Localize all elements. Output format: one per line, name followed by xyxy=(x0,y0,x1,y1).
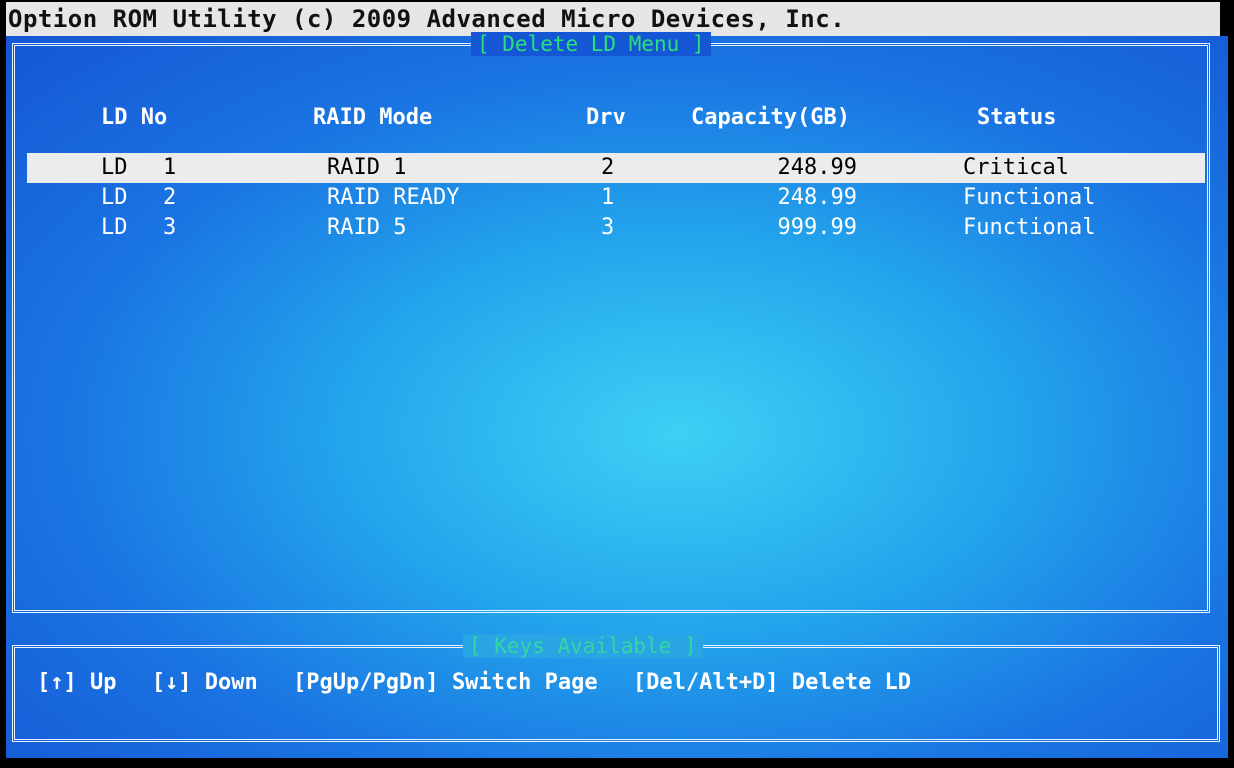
column-header-status: Status xyxy=(977,105,1057,130)
delete-ld-menu-title: [ Delete LD Menu ] xyxy=(471,32,711,56)
keys-available-panel: [ Keys Available ] [↑] Up [↓] Down [PgUp… xyxy=(12,634,1220,742)
raid-mode: RAID 1 xyxy=(327,155,407,180)
switch-page-action: Switch Page xyxy=(451,670,598,695)
ld-number: 1 xyxy=(163,155,177,180)
column-header-raid-mode: RAID Mode xyxy=(313,105,433,130)
capacity-value: 248.99 xyxy=(777,185,857,210)
ld-number: 3 xyxy=(163,215,177,240)
ld-label: LD xyxy=(101,155,128,180)
delete-ld-action: Delete LD xyxy=(791,670,912,695)
key-delete-hint: [Del/Alt+D] Delete LD xyxy=(633,670,911,695)
status-value: Functional xyxy=(963,215,1096,240)
column-header-capacity: Capacity(GB) xyxy=(691,105,850,130)
down-arrow-key: [↓] xyxy=(151,670,192,695)
capacity-value: 999.99 xyxy=(777,215,857,240)
status-value: Functional xyxy=(963,185,1096,210)
status-value: Critical xyxy=(963,155,1069,180)
column-header-drv: Drv xyxy=(586,105,626,130)
ld-label: LD xyxy=(101,215,128,240)
delete-key: [Del/Alt+D] xyxy=(632,670,779,695)
drive-count: 3 xyxy=(601,215,615,240)
bios-body: [ Delete LD Menu ] LD No RAID Mode Drv C… xyxy=(6,32,1228,758)
column-header-ld-no: LD No xyxy=(101,105,168,130)
utility-title-bar: Option ROM Utility (c) 2009 Advanced Mic… xyxy=(6,2,1220,36)
ld-label: LD xyxy=(101,185,128,210)
delete-ld-menu-panel: [ Delete LD Menu ] LD No RAID Mode Drv C… xyxy=(12,32,1210,613)
key-help-line: [↑] Up [↓] Down [PgUp/PgDn] Switch Page … xyxy=(37,668,933,698)
ld-number: 2 xyxy=(163,185,177,210)
ld-row-2[interactable]: LD 2 RAID READY 1 248.99 Functional xyxy=(27,183,1205,213)
raid-mode: RAID READY xyxy=(327,185,460,210)
key-up-hint: [↑] Up xyxy=(37,670,117,695)
up-arrow-key: [↑] xyxy=(37,670,77,695)
up-action: Up xyxy=(90,670,117,695)
key-down-hint: [↓] Down xyxy=(152,670,258,695)
pgup-pgdn-key: [PgUp/PgDn] xyxy=(292,670,439,695)
bios-screen: Option ROM Utility (c) 2009 Advanced Mic… xyxy=(0,0,1234,768)
ld-row-1[interactable]: LD 1 RAID 1 2 248.99 Critical xyxy=(27,153,1205,183)
down-action: Down xyxy=(204,670,258,695)
drive-count: 2 xyxy=(601,155,615,180)
ld-row-3[interactable]: LD 3 RAID 5 3 999.99 Functional xyxy=(27,213,1205,243)
drive-count: 1 xyxy=(601,185,615,210)
keys-available-title: [ Keys Available ] xyxy=(463,634,703,658)
key-page-hint: [PgUp/PgDn] Switch Page xyxy=(293,670,598,695)
capacity-value: 248.99 xyxy=(777,155,857,180)
raid-mode: RAID 5 xyxy=(327,215,407,240)
